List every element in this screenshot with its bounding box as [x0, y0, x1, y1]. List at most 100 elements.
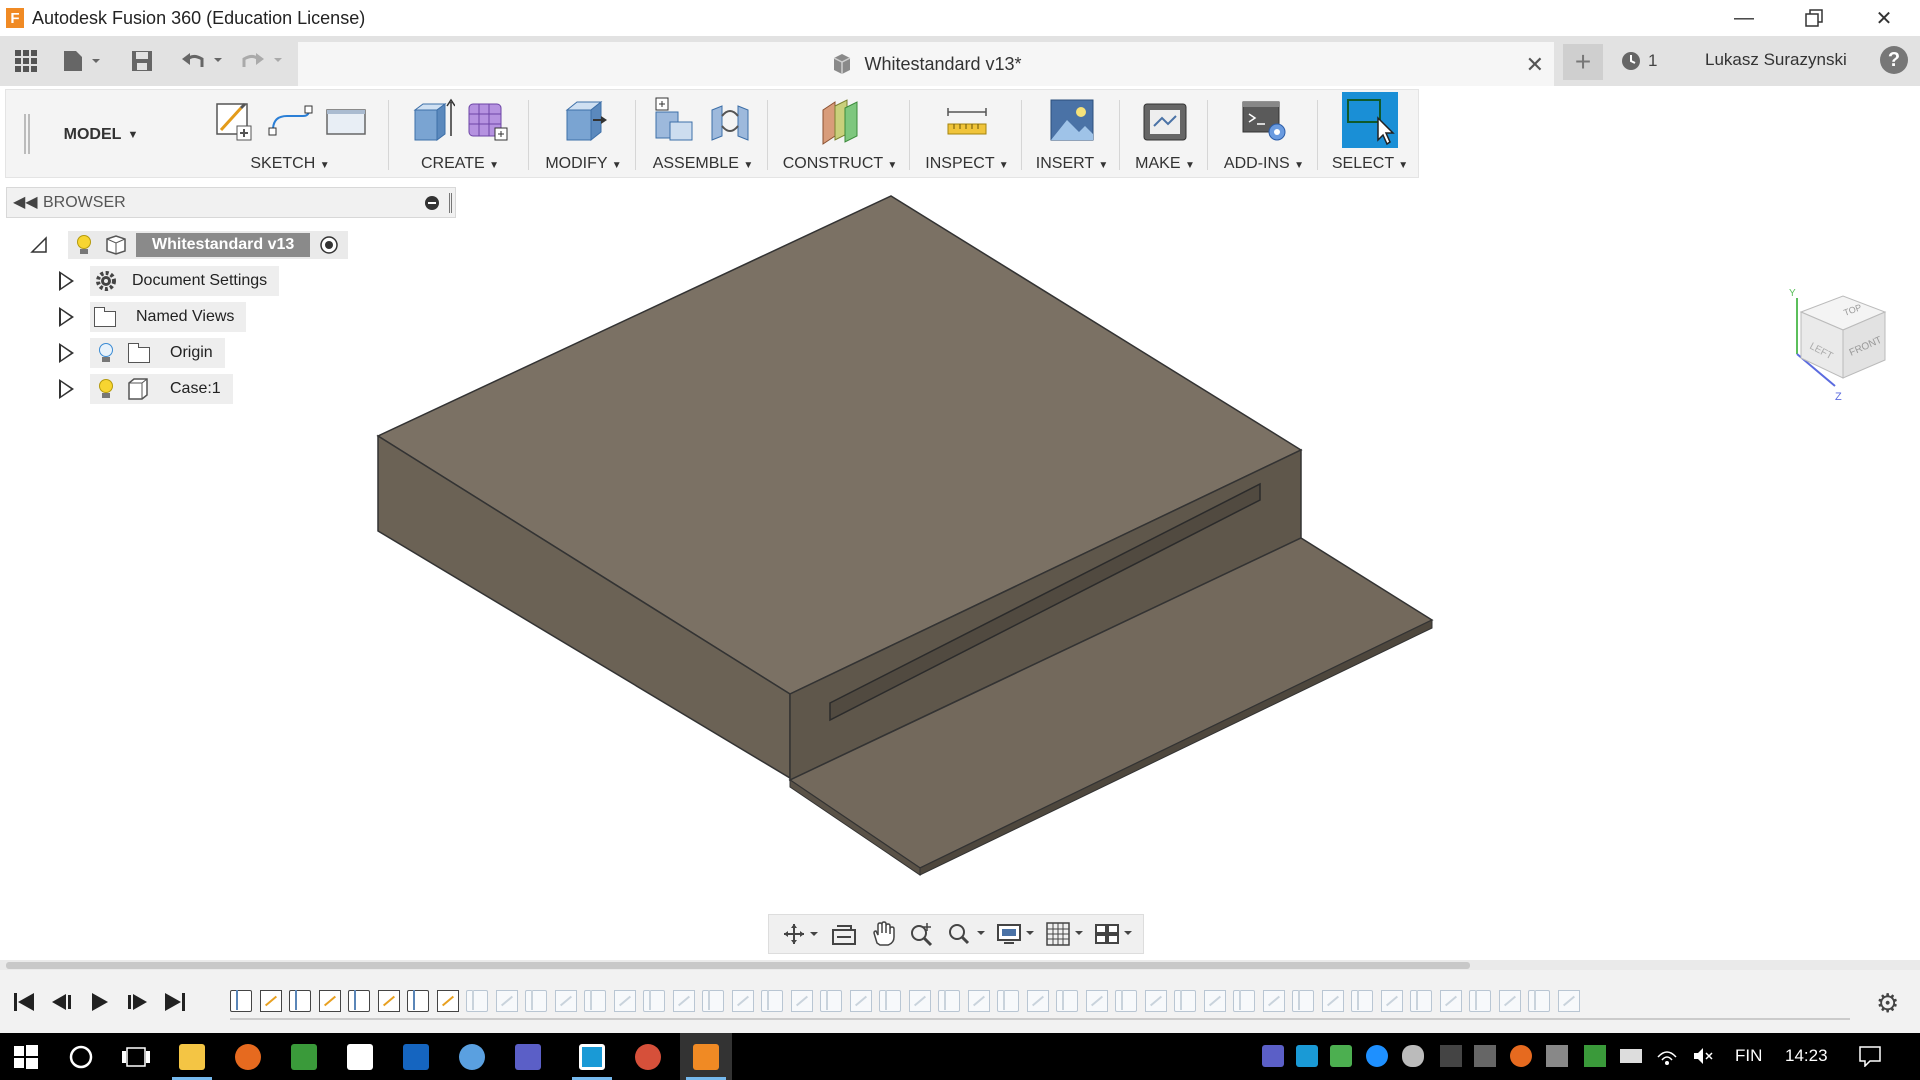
outlook-icon[interactable] [390, 1033, 442, 1080]
timeline-feature-sketch-icon[interactable] [377, 990, 400, 1012]
timeline-feature-sketch-icon[interactable] [1557, 990, 1580, 1012]
timeline-feature-sketch-icon[interactable] [672, 990, 695, 1012]
device-tray-icon[interactable] [1546, 1045, 1568, 1067]
select-group-label[interactable]: SELECT [1332, 155, 1394, 172]
undo-icon[interactable] [178, 44, 228, 78]
timeline-feature-body-icon[interactable] [1115, 990, 1137, 1012]
sketch-group-label[interactable]: SKETCH [250, 155, 315, 172]
timeline-feature-body-icon[interactable] [1174, 990, 1196, 1012]
look-at-icon[interactable] [829, 920, 859, 948]
rectangle-icon[interactable] [323, 96, 369, 146]
timeline-feature-body-icon[interactable] [230, 990, 252, 1012]
notepad-icon[interactable] [278, 1033, 330, 1080]
construct-group-label[interactable]: CONSTRUCT [783, 155, 883, 172]
paint-icon[interactable] [622, 1033, 674, 1080]
assemble-group-label[interactable]: ASSEMBLE [653, 155, 739, 172]
make-group-label[interactable]: MAKE [1135, 155, 1180, 172]
select-icon[interactable] [1342, 92, 1398, 148]
timeline-feature-body-icon[interactable] [938, 990, 960, 1012]
step-back-icon[interactable] [48, 990, 76, 1014]
sync-tray-icon[interactable] [1330, 1045, 1352, 1067]
speaker-muted-icon[interactable] [1692, 1045, 1714, 1067]
timeline-feature-sketch-icon[interactable] [1026, 990, 1049, 1012]
grid-icon[interactable] [1044, 920, 1084, 948]
new-tab-button[interactable]: + [1563, 44, 1603, 80]
outlook-tray-icon[interactable] [1296, 1045, 1318, 1067]
timeline-feature-sketch-icon[interactable] [1380, 990, 1403, 1012]
timeline-feature-sketch-icon[interactable] [790, 990, 813, 1012]
timeline-feature-sketch-icon[interactable] [1262, 990, 1285, 1012]
app-tray-icon[interactable] [1510, 1045, 1532, 1067]
workspace-switcher[interactable]: MODEL ▼ [16, 90, 186, 179]
new-component-icon[interactable] [652, 96, 698, 146]
onedrive-tray-icon[interactable] [1402, 1045, 1424, 1067]
viewports-icon[interactable] [1093, 920, 1133, 948]
wifi-icon[interactable] [1656, 1045, 1678, 1067]
timeline-feature-sketch-icon[interactable] [318, 990, 341, 1012]
restore-button[interactable] [1785, 0, 1843, 36]
help-icon[interactable]: ? [1880, 46, 1908, 74]
timeline-feature-body-icon[interactable] [1233, 990, 1255, 1012]
timeline-feature-body-icon[interactable] [761, 990, 783, 1012]
timeline-feature-sketch-icon[interactable] [436, 990, 459, 1012]
cortana-icon[interactable] [55, 1033, 107, 1080]
timeline-feature-body-icon[interactable] [1351, 990, 1373, 1012]
scrollbar-thumb[interactable] [6, 962, 1470, 969]
redo-icon[interactable] [238, 44, 288, 78]
pan-icon[interactable] [868, 920, 898, 948]
scripts-addins-icon[interactable] [1241, 96, 1287, 146]
input-language[interactable]: FIN [1735, 1046, 1762, 1066]
joint-icon[interactable] [708, 96, 754, 146]
orbit-icon[interactable] [780, 920, 820, 948]
timeline-feature-sketch-icon[interactable] [554, 990, 577, 1012]
add-ins-group-label[interactable]: ADD-INS [1224, 155, 1290, 172]
clock-time[interactable]: 14:23 [1785, 1046, 1828, 1066]
app-icon[interactable] [446, 1033, 498, 1080]
timeline-feature-sketch-icon[interactable] [1498, 990, 1521, 1012]
fit-icon[interactable] [946, 920, 986, 948]
job-status[interactable]: 1 [1620, 50, 1657, 72]
create-sketch-icon[interactable] [211, 96, 257, 146]
timeline-feature-sketch-icon[interactable] [849, 990, 872, 1012]
timeline-feature-body-icon[interactable] [820, 990, 842, 1012]
timeline-feature-sketch-icon[interactable] [259, 990, 282, 1012]
timeline-feature-sketch-icon[interactable] [967, 990, 990, 1012]
file-explorer-icon[interactable] [166, 1033, 218, 1080]
offset-plane-icon[interactable] [817, 96, 863, 146]
insert-image-icon[interactable] [1049, 96, 1095, 146]
create-group-label[interactable]: CREATE [421, 155, 485, 172]
display-settings-icon[interactable] [995, 920, 1035, 948]
timeline-feature-sketch-icon[interactable] [495, 990, 518, 1012]
timeline-feature-body-icon[interactable] [1292, 990, 1314, 1012]
skype-tray-icon[interactable] [1366, 1045, 1388, 1067]
teams-icon[interactable] [502, 1033, 554, 1080]
calculator-icon[interactable] [334, 1033, 386, 1080]
windows-start-icon[interactable] [0, 1033, 52, 1080]
fusion-360-icon[interactable] [680, 1033, 732, 1080]
action-center-icon[interactable] [1858, 1045, 1881, 1068]
timeline-feature-sketch-icon[interactable] [908, 990, 931, 1012]
timeline-feature-body-icon[interactable] [1469, 990, 1491, 1012]
teams-tray-icon[interactable] [1262, 1045, 1284, 1067]
dollar-tray-icon[interactable] [1474, 1045, 1496, 1067]
timeline-feature-body-icon[interactable] [643, 990, 665, 1012]
timeline-feature-sketch-icon[interactable] [1144, 990, 1167, 1012]
timeline-feature-sketch-icon[interactable] [1203, 990, 1226, 1012]
timeline-feature-body-icon[interactable] [289, 990, 311, 1012]
minimize-button[interactable]: — [1715, 0, 1773, 36]
battery-icon[interactable] [1620, 1049, 1642, 1063]
step-forward-icon[interactable] [124, 990, 152, 1014]
close-window-button[interactable]: ✕ [1855, 0, 1913, 36]
timeline-feature-sketch-icon[interactable] [613, 990, 636, 1012]
notes-tray-icon[interactable] [1584, 1045, 1606, 1067]
file-menu-icon[interactable] [60, 44, 104, 78]
timeline-feature-body-icon[interactable] [702, 990, 724, 1012]
task-view-icon[interactable] [110, 1033, 162, 1080]
create-form-icon[interactable] [465, 96, 511, 146]
timeline-feature-body-icon[interactable] [879, 990, 901, 1012]
data-panel-grid-icon[interactable] [10, 44, 42, 78]
timeline-feature-body-icon[interactable] [407, 990, 429, 1012]
document-tab[interactable]: Whitestandard v13* ✕ [298, 42, 1554, 86]
go-to-start-icon[interactable] [12, 990, 40, 1014]
zoom-icon[interactable] [907, 920, 937, 948]
